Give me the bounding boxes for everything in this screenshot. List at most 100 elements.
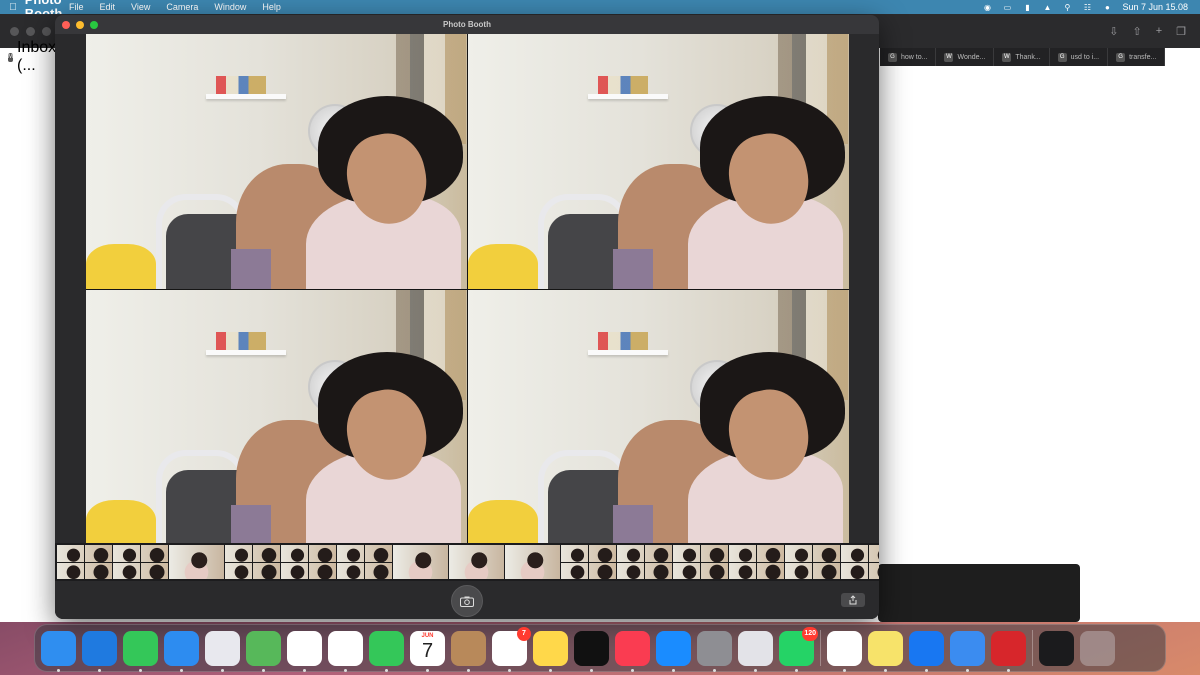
calendar-day: 7 [421, 639, 434, 662]
photo-thumbnail[interactable] [785, 545, 840, 579]
running-indicator [262, 668, 265, 672]
running-indicator [303, 668, 306, 672]
stickies-icon[interactable] [868, 630, 903, 672]
photo-thumbnail[interactable] [561, 545, 616, 579]
tab-wondershare[interactable]: W Wonde... [936, 48, 995, 66]
contacts-icon[interactable] [451, 630, 486, 672]
running-indicator [139, 668, 142, 672]
apple-menu-icon[interactable]:  [0, 2, 26, 13]
control-center-icon[interactable]: ☷ [1082, 3, 1092, 12]
dock: JUN 7 7 120 [34, 624, 1166, 672]
photo-thumbnail[interactable] [617, 545, 672, 579]
photos-icon[interactable] [287, 630, 322, 672]
menu-edit[interactable]: Edit [92, 0, 124, 14]
share-icon[interactable]: ⇧ [1132, 25, 1141, 38]
safari-icon[interactable] [82, 630, 117, 672]
screen-mirroring-icon[interactable]: ▭ [1002, 3, 1012, 12]
battery-icon[interactable]: ▮ [1022, 3, 1032, 12]
running-indicator [631, 668, 634, 672]
dock-separator [1032, 630, 1033, 666]
browser-window-controls [0, 26, 51, 36]
calendar-icon[interactable]: JUN 7 [410, 630, 445, 672]
camera-preview-tile [86, 34, 467, 289]
take-photo-button[interactable] [451, 585, 483, 617]
menu-help[interactable]: Help [254, 0, 289, 14]
download-icon[interactable]: ⇩ [1109, 25, 1118, 38]
finder-icon[interactable] [41, 630, 76, 672]
wondershare-icon: W [944, 52, 954, 62]
file-transfer-icon[interactable] [950, 630, 985, 672]
tab-transfer[interactable]: Gtransfe... [1108, 48, 1166, 66]
photo-thumbnail[interactable] [113, 545, 168, 579]
photo-thumbnail[interactable] [673, 545, 728, 579]
menu-view[interactable]: View [123, 0, 158, 14]
photo-booth-titlebar[interactable]: Photo Booth [55, 15, 879, 34]
photo-thumbnail[interactable] [729, 545, 784, 579]
menu-file[interactable]: File [61, 0, 92, 14]
running-indicator [672, 668, 675, 672]
photo-thumbnail[interactable] [169, 545, 224, 579]
messages-icon[interactable] [123, 630, 158, 672]
new-tab-icon[interactable]: + [1156, 25, 1162, 38]
photo-booth-window: Photo Booth × [55, 15, 879, 619]
running-indicator [344, 668, 347, 672]
mail-icon[interactable] [164, 630, 199, 672]
headphones-icon[interactable]: ◉ [982, 3, 992, 12]
photo-thumbnail[interactable] [281, 545, 336, 579]
launchpad-icon[interactable] [205, 630, 240, 672]
photo-thumbnail[interactable] [225, 545, 280, 579]
siri-icon[interactable]: ● [1102, 3, 1112, 12]
reminders-icon[interactable]: 7 [492, 626, 531, 672]
system-settings-icon[interactable] [697, 630, 732, 672]
photo-thumbnail[interactable] [337, 545, 392, 579]
appletv-icon[interactable] [574, 630, 609, 672]
photo-thumbnail[interactable] [393, 545, 448, 579]
wifi-icon[interactable]: ▲ [1042, 3, 1052, 12]
google-icon: G [1116, 52, 1126, 62]
tab-how-to[interactable]: Ghow to... [880, 48, 937, 66]
running-indicator [180, 668, 183, 672]
menu-camera[interactable]: Camera [158, 0, 206, 14]
running-indicator [549, 668, 552, 672]
tab-thank[interactable]: W Thank... [994, 48, 1050, 66]
chrome-icon[interactable] [827, 630, 862, 672]
tab-overview-icon[interactable]: ❐ [1176, 25, 1186, 38]
browser-tabs: Ghow to... W Wonde... W Thank... Gusd to i… [880, 48, 1166, 66]
dock-separator [820, 630, 821, 666]
photo-thumbnail[interactable] [505, 545, 560, 579]
running-indicator [925, 668, 928, 672]
photo-filmstrip[interactable]: × [55, 543, 879, 581]
whatsapp-icon[interactable]: 120 [779, 626, 818, 672]
iphone-mirroring-icon[interactable] [738, 630, 773, 672]
running-indicator [385, 668, 388, 672]
add-app-icon[interactable] [909, 630, 944, 672]
photo-thumbnail[interactable] [449, 545, 504, 579]
notification-badge: 7 [517, 626, 531, 641]
photo-thumbnail[interactable] [57, 545, 112, 579]
photo-booth-bottom-bar [55, 581, 879, 619]
freeform-icon[interactable] [328, 630, 363, 672]
running-indicator [795, 668, 798, 672]
share-button[interactable] [841, 593, 865, 607]
photo-thumbnail[interactable] [841, 545, 879, 579]
appstore-icon[interactable] [656, 630, 691, 672]
photo-booth-icon[interactable] [991, 630, 1026, 672]
camera-preview-tile [86, 290, 467, 545]
menu-window[interactable]: Window [206, 0, 254, 14]
minimized-window-icon[interactable] [1039, 630, 1074, 666]
camera-icon [460, 596, 474, 607]
facetime-icon[interactable] [369, 630, 404, 672]
window-title: Photo Booth [443, 20, 491, 29]
running-indicator [57, 668, 60, 672]
spotlight-search-icon[interactable]: ⚲ [1062, 3, 1072, 12]
music-icon[interactable] [615, 630, 650, 672]
menu-bar-clock[interactable]: Sun 7 Jun 15.08 [1122, 2, 1188, 12]
running-indicator [843, 668, 846, 672]
google-icon: G [888, 52, 897, 62]
tab-usd-to[interactable]: Gusd to i... [1050, 48, 1109, 66]
notes-icon[interactable] [533, 630, 568, 672]
trash-icon[interactable] [1080, 630, 1115, 666]
tab-inbox[interactable]: M Inbox (... [0, 39, 56, 74]
maps-icon[interactable] [246, 630, 281, 672]
running-indicator [98, 668, 101, 672]
